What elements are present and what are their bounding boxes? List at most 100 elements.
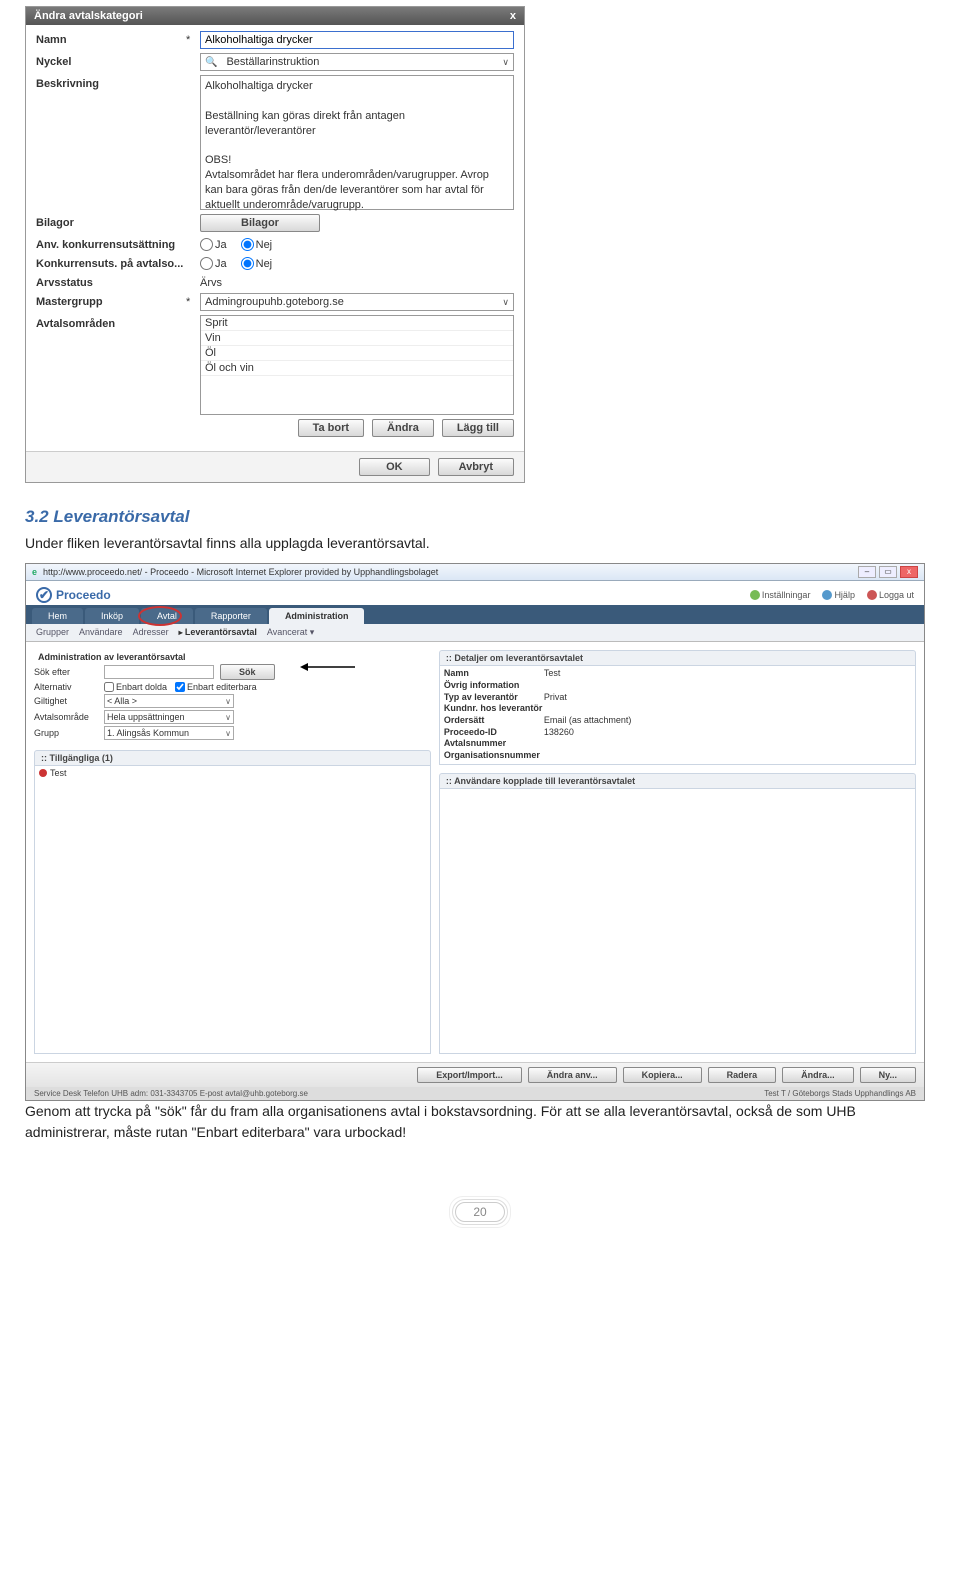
sokefter-label: Sök efter [34, 667, 104, 677]
nyckel-value: Beställarinstruktion [226, 56, 319, 68]
tab-hem[interactable]: Hem [32, 608, 83, 624]
anv-konk-label: Anv. konkurrensutsättning [36, 236, 186, 251]
konk-label: Konkurrensuts. på avtalso... [36, 255, 186, 270]
browser-titlebar: e http://www.proceedo.net/ - Proceedo - … [26, 564, 924, 581]
ny-button[interactable]: Ny... [860, 1067, 916, 1083]
avtalsomraden-list[interactable]: Sprit Vin Öl Öl och vin [200, 315, 514, 415]
arv-label: Arvsstatus [36, 274, 186, 289]
alternativ-label: Alternativ [34, 682, 104, 692]
beskrivning-label: Beskrivning [36, 75, 186, 90]
tabort-button[interactable]: Ta bort [298, 419, 364, 437]
maximize-icon[interactable]: ▭ [879, 566, 897, 578]
search-icon: 🔍 [205, 57, 217, 68]
arrow-annotation-icon [300, 666, 360, 667]
search-input[interactable] [104, 665, 214, 679]
subnav-adresser[interactable]: Adresser [133, 627, 169, 638]
chevron-down-icon: ∨ [225, 697, 231, 706]
nyckel-select[interactable]: 🔍 Beställarinstruktion ∨ [200, 53, 514, 71]
export-import-button[interactable]: Export/Import... [417, 1067, 522, 1083]
required-icon: * [186, 293, 200, 308]
kopiera-button[interactable]: Kopiera... [623, 1067, 702, 1083]
admin-window: e http://www.proceedo.net/ - Proceedo - … [25, 563, 925, 1101]
bilagor-button[interactable]: Bilagor [200, 214, 320, 232]
admin-footer: Export/Import... Ändra anv... Kopiera...… [26, 1062, 924, 1087]
help-link[interactable]: Hjälp [822, 590, 855, 600]
dialog-titlebar: Ändra avtalskategori x [26, 7, 524, 25]
andra-anv-button[interactable]: Ändra anv... [528, 1067, 617, 1083]
avbryt-button[interactable]: Avbryt [438, 458, 514, 476]
anv-nej-radio[interactable]: Nej [241, 238, 273, 251]
avtalsomrade-select[interactable]: Hela uppsättningen∨ [104, 710, 234, 724]
sok-button[interactable]: Sök [220, 664, 275, 680]
grupp-select[interactable]: 1. Alingsås Kommun∨ [104, 726, 234, 740]
status-left: Service Desk Telefon UHB adm: 031-334370… [34, 1089, 308, 1098]
andra-button[interactable]: Ändra [372, 419, 434, 437]
gear-icon [750, 590, 760, 600]
anvandare-list [439, 789, 916, 1055]
list-item[interactable]: Vin [201, 331, 513, 346]
list-item[interactable]: Sprit [201, 316, 513, 331]
paragraph: Genom att trycka på "sök" får du fram al… [25, 1101, 935, 1142]
main-tabs: Hem Inköp Avtal Rapporter Administration [26, 605, 924, 624]
list-item[interactable]: Test [39, 768, 426, 778]
admin-section-title: Administration av leverantörsavtal [34, 650, 431, 664]
giltighet-select[interactable]: < Alla >∨ [104, 694, 234, 708]
andra2-button[interactable]: Ändra... [782, 1067, 854, 1083]
status-right: Test T / Göteborgs Stads Upphandlings AB [764, 1089, 916, 1098]
radera-button[interactable]: Radera [708, 1067, 777, 1083]
konk-ja-radio[interactable]: Ja [200, 257, 227, 270]
edit-category-dialog: Ändra avtalskategori x Namn * Nyckel 🔍 B… [25, 6, 525, 483]
minimize-icon[interactable]: – [858, 566, 876, 578]
enbart-editerbara-checkbox[interactable]: Enbart editerbara [175, 682, 257, 692]
help-icon [822, 590, 832, 600]
section-heading: 3.2 Leverantörsavtal [25, 507, 935, 527]
detaljer-header: :: Detaljer om leverantörsavtalet [439, 650, 916, 666]
sub-nav: Grupper Användare Adresser Leverantörsav… [26, 624, 924, 642]
beskrivning-textarea[interactable]: Alkoholhaltiga drycker Beställning kan g… [200, 75, 514, 210]
master-value: Admingroupuhb.goteborg.se [205, 296, 344, 308]
list-item[interactable]: Öl och vin [201, 361, 513, 376]
chevron-down-icon: ∨ [502, 297, 509, 308]
detail-list: NamnTest Övrig information Typ av levera… [444, 668, 911, 762]
tab-inkop[interactable]: Inköp [85, 608, 139, 624]
subnav-avancerat[interactable]: Avancerat ▾ [267, 627, 314, 638]
settings-link[interactable]: Inställningar [750, 590, 811, 600]
nyckel-label: Nyckel [36, 53, 186, 68]
master-select[interactable]: Admingroupuhb.goteborg.se ∨ [200, 293, 514, 311]
laggtill-button[interactable]: Lägg till [442, 419, 514, 437]
url-text: http://www.proceedo.net/ - Proceedo - Mi… [43, 567, 438, 577]
tab-avtal[interactable]: Avtal [141, 608, 193, 624]
subnav-anvandare[interactable]: Användare [79, 627, 123, 638]
grupp-label: Grupp [34, 728, 104, 738]
dialog-title: Ändra avtalskategori [34, 10, 143, 22]
subnav-grupper[interactable]: Grupper [36, 627, 69, 638]
ok-button[interactable]: OK [359, 458, 430, 476]
konk-nej-radio[interactable]: Nej [241, 257, 273, 270]
chevron-down-icon: ∨ [225, 729, 231, 738]
anvandare-kopplade-header: :: Användare kopplade till leverantörsav… [439, 773, 916, 789]
logout-icon [867, 590, 877, 600]
anv-ja-radio[interactable]: Ja [200, 238, 227, 251]
omraden-label: Avtalsområden [36, 315, 186, 330]
tillgangliga-list[interactable]: Test [34, 766, 431, 1054]
logout-link[interactable]: Logga ut [867, 590, 914, 600]
tab-rapporter[interactable]: Rapporter [195, 608, 267, 624]
tab-administration[interactable]: Administration [269, 608, 365, 624]
list-item[interactable]: Öl [201, 346, 513, 361]
close-icon[interactable]: x [900, 566, 918, 578]
master-label: Mastergrupp [36, 293, 186, 308]
avtalsomrade-label: Avtalsområde [34, 712, 104, 722]
chevron-down-icon: ∨ [502, 57, 509, 68]
arv-value: Ärvs [200, 274, 514, 289]
page-number: 20 [455, 1202, 505, 1222]
enbart-dolda-checkbox[interactable]: Enbart dolda [104, 682, 167, 692]
status-dot-icon [39, 769, 47, 777]
bilagor-label: Bilagor [36, 214, 186, 229]
namn-input[interactable] [200, 31, 514, 49]
giltighet-label: Giltighet [34, 696, 104, 706]
close-icon[interactable]: x [510, 10, 516, 22]
proceedo-logo: ✔ Proceedo [36, 587, 111, 603]
subnav-leverantorsavtal[interactable]: Leverantörsavtal [179, 627, 257, 638]
logo-icon: ✔ [36, 587, 52, 603]
ie-icon: e [32, 567, 37, 577]
